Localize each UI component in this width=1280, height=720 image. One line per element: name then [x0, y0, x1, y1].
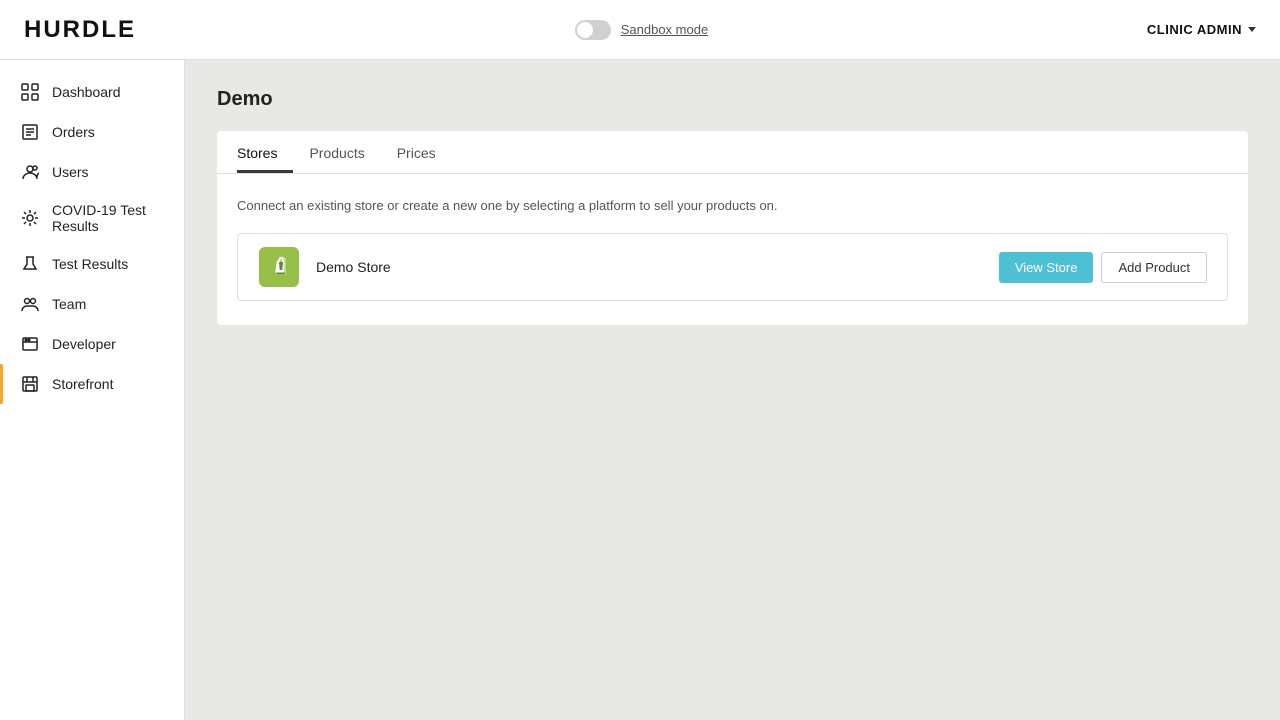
store-row: Demo Store View Store Add Product — [238, 234, 1227, 300]
dashboard-icon — [20, 82, 40, 102]
sidebar-label-test-results: Test Results — [52, 256, 128, 272]
app-logo: HURDLE — [24, 16, 136, 44]
orders-icon — [20, 122, 40, 142]
storefront-card: Stores Products Prices Connect an existi… — [217, 131, 1248, 325]
covid-icon — [20, 208, 40, 228]
page-title: Demo — [217, 88, 1248, 111]
admin-label: CLINIC ADMIN — [1147, 22, 1242, 37]
store-actions: View Store Add Product — [999, 252, 1207, 283]
sidebar-label-developer: Developer — [52, 336, 116, 352]
sandbox-section: Sandbox mode — [575, 20, 708, 40]
test-results-icon — [20, 254, 40, 274]
sidebar-label-covid: COVID-19 Test Results — [52, 202, 164, 234]
store-list: Demo Store View Store Add Product — [237, 233, 1228, 301]
tab-stores[interactable]: Stores — [237, 131, 293, 173]
sidebar-label-orders: Orders — [52, 124, 95, 140]
sidebar-item-test-results[interactable]: Test Results — [0, 244, 184, 284]
chevron-down-icon — [1248, 27, 1256, 32]
toggle-knob — [577, 22, 593, 38]
tab-products[interactable]: Products — [293, 131, 380, 173]
team-icon — [20, 294, 40, 314]
sidebar-item-users[interactable]: Users — [0, 152, 184, 192]
sidebar: Dashboard Orders — [0, 60, 185, 720]
main-content: Demo Stores Products Prices Connect an e… — [185, 60, 1280, 720]
sidebar-label-team: Team — [52, 296, 86, 312]
add-product-button[interactable]: Add Product — [1101, 252, 1207, 283]
developer-icon — [20, 334, 40, 354]
admin-menu[interactable]: CLINIC ADMIN — [1147, 22, 1256, 37]
sidebar-item-storefront[interactable]: Storefront — [0, 364, 184, 404]
store-logo-icon — [258, 246, 300, 288]
storefront-icon — [20, 374, 40, 394]
sidebar-item-team[interactable]: Team — [0, 284, 184, 324]
app-header: HURDLE Sandbox mode CLINIC ADMIN — [0, 0, 1280, 60]
sidebar-item-orders[interactable]: Orders — [0, 112, 184, 152]
tab-content-stores: Connect an existing store or create a ne… — [217, 174, 1248, 325]
sidebar-item-dashboard[interactable]: Dashboard — [0, 72, 184, 112]
sandbox-toggle[interactable] — [575, 20, 611, 40]
view-store-button[interactable]: View Store — [999, 252, 1094, 283]
tab-prices[interactable]: Prices — [381, 131, 452, 173]
store-name: Demo Store — [316, 259, 983, 275]
sandbox-label[interactable]: Sandbox mode — [621, 22, 708, 37]
sidebar-label-storefront: Storefront — [52, 376, 113, 392]
sidebar-label-dashboard: Dashboard — [52, 84, 121, 100]
tab-description: Connect an existing store or create a ne… — [237, 198, 1228, 213]
sidebar-label-users: Users — [52, 164, 89, 180]
sidebar-item-covid[interactable]: COVID-19 Test Results — [0, 192, 184, 244]
sidebar-item-developer[interactable]: Developer — [0, 324, 184, 364]
users-icon — [20, 162, 40, 182]
app-body: Dashboard Orders — [0, 60, 1280, 720]
tab-bar: Stores Products Prices — [217, 131, 1248, 174]
